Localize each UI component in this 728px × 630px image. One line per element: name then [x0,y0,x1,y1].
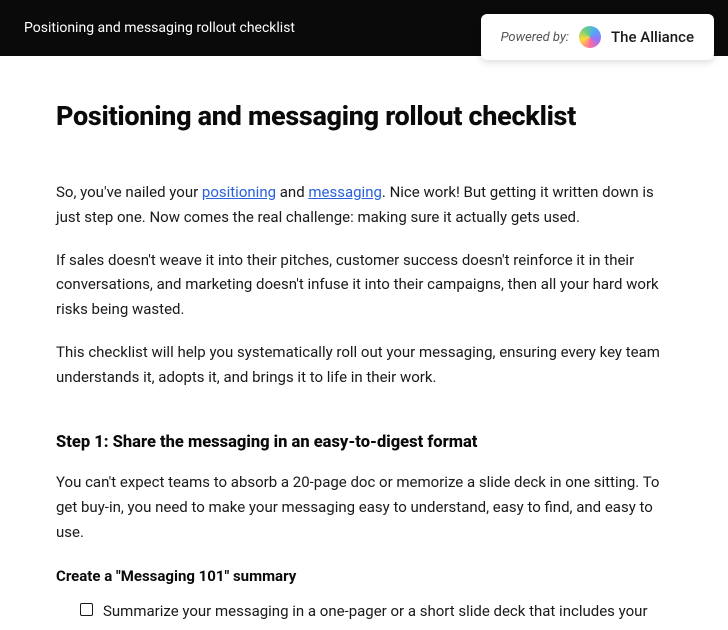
checklist-item: Summarize your messaging in a one-pager … [80,599,672,623]
alliance-logo-icon [579,26,601,48]
powered-by-label: Powered by: [501,30,569,45]
brand-name: The Alliance [611,28,694,46]
subsection-heading: Create a "Messaging 101" summary [56,567,672,585]
checklist-item-text: Summarize your messaging in a one-pager … [103,599,648,623]
checkbox-icon[interactable] [80,603,93,616]
step-1-heading: Step 1: Share the messaging in an easy-t… [56,433,672,452]
content-area: Positioning and messaging rollout checkl… [0,56,728,623]
step-1-body: You can't expect teams to absorb a 20-pa… [56,470,672,544]
intro-paragraph-3: This checklist will help you systematica… [56,340,672,390]
intro-text-pre: So, you've nailed your [56,183,202,201]
header-title: Positioning and messaging rollout checkl… [24,20,295,36]
intro-paragraph-1: So, you've nailed your positioning and m… [56,180,672,230]
checklist: Summarize your messaging in a one-pager … [56,599,672,623]
page-title: Positioning and messaging rollout checkl… [56,100,672,132]
header-bar: Positioning and messaging rollout checkl… [0,0,728,56]
powered-by-badge[interactable]: Powered by: The Alliance [481,14,714,60]
messaging-link[interactable]: messaging [308,183,382,201]
intro-text-mid: and [276,183,308,201]
positioning-link[interactable]: positioning [202,183,276,201]
intro-paragraph-2: If sales doesn't weave it into their pit… [56,248,672,322]
